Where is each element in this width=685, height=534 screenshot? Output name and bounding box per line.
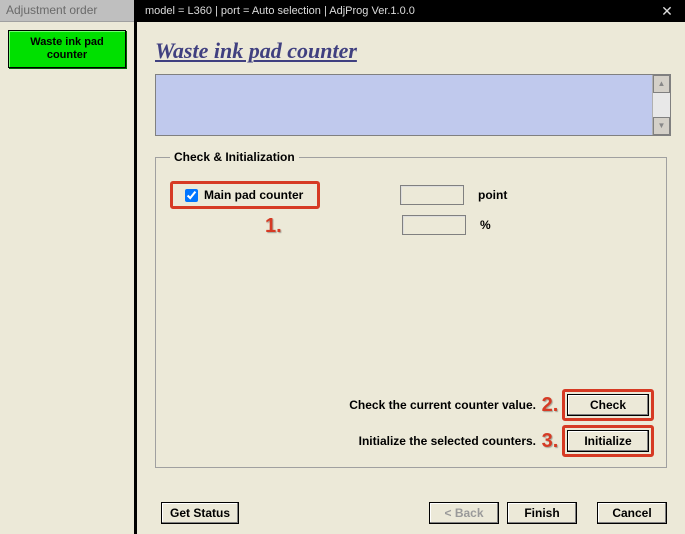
scroll-down-icon[interactable]: ▼ bbox=[653, 117, 670, 135]
main-pad-counter-label: Main pad counter bbox=[204, 188, 303, 202]
cancel-button[interactable]: Cancel bbox=[597, 502, 667, 524]
point-value-input[interactable] bbox=[400, 185, 464, 205]
annotation-1: 1. bbox=[265, 215, 282, 238]
close-button[interactable]: ✕ bbox=[649, 0, 685, 22]
footer-buttons: Get Status < Back Finish Cancel bbox=[153, 502, 667, 524]
initialize-instruction-text: Initialize the selected counters. bbox=[359, 434, 536, 448]
titlebar-text: model = L360 | port = Auto selection | A… bbox=[145, 5, 649, 17]
output-textarea[interactable]: ▲ ▼ bbox=[155, 74, 671, 136]
page-title: Waste ink pad counter bbox=[155, 38, 671, 64]
get-status-button[interactable]: Get Status bbox=[161, 502, 239, 524]
annotation-2: 2. bbox=[538, 394, 562, 417]
check-button[interactable]: Check bbox=[567, 394, 649, 416]
annotation-3: 3. bbox=[538, 430, 562, 453]
point-unit-label: point bbox=[478, 188, 507, 202]
percent-unit-label: % bbox=[480, 218, 491, 232]
main-window: model = L360 | port = Auto selection | A… bbox=[137, 0, 685, 534]
left-panel-header: Adjustment order bbox=[0, 0, 134, 22]
main-pad-counter-checkbox[interactable] bbox=[185, 189, 198, 202]
sidebar-waste-ink-button[interactable]: Waste ink pad counter bbox=[8, 30, 126, 68]
check-initialization-group: Check & Initialization Main pad counter … bbox=[155, 150, 667, 468]
finish-button[interactable]: Finish bbox=[507, 502, 577, 524]
left-panel: Adjustment order Waste ink pad counter bbox=[0, 0, 137, 534]
fieldset-legend: Check & Initialization bbox=[170, 150, 299, 164]
close-icon: ✕ bbox=[661, 3, 673, 19]
titlebar: model = L360 | port = Auto selection | A… bbox=[137, 0, 685, 22]
check-instruction-text: Check the current counter value. bbox=[349, 398, 536, 412]
initialize-button-highlight: Initialize bbox=[562, 425, 654, 457]
scroll-track[interactable] bbox=[653, 93, 670, 117]
back-button: < Back bbox=[429, 502, 499, 524]
main-pad-counter-wrap: Main pad counter bbox=[170, 181, 320, 209]
check-button-highlight: Check bbox=[562, 389, 654, 421]
scrollbar[interactable]: ▲ ▼ bbox=[652, 75, 670, 135]
percent-value-input[interactable] bbox=[402, 215, 466, 235]
scroll-up-icon[interactable]: ▲ bbox=[653, 75, 670, 93]
initialize-button[interactable]: Initialize bbox=[567, 430, 649, 452]
